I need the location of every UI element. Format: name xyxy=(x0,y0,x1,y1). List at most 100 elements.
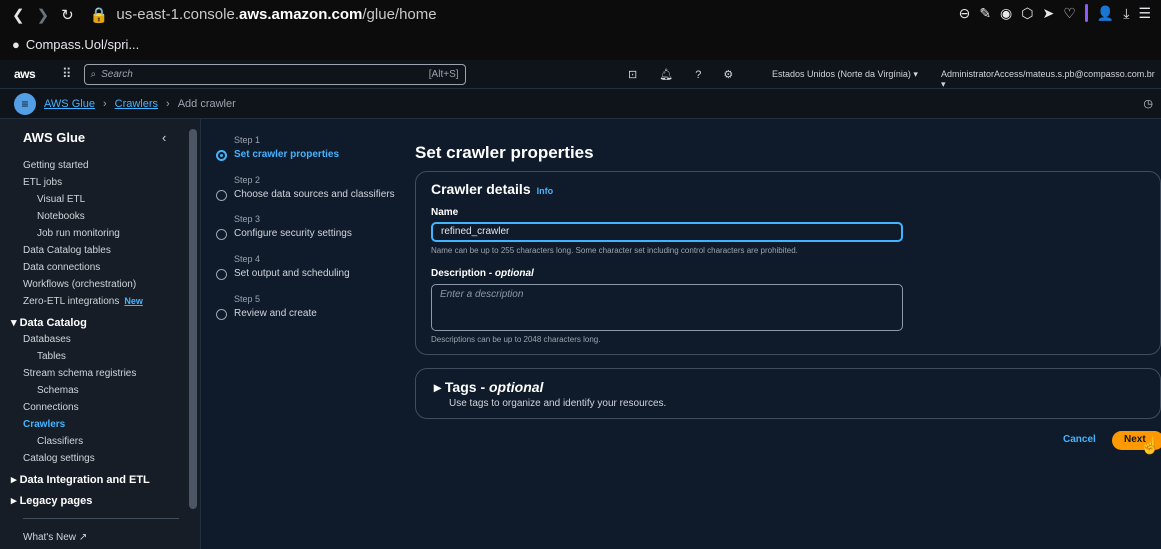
tags-panel[interactable]: ▸ Tags - optional Use tags to organize a… xyxy=(415,368,1161,419)
step-5-indicator xyxy=(216,309,227,320)
sidebar-divider xyxy=(23,518,179,519)
sidebar-item-crawlers[interactable]: Crawlers xyxy=(23,419,65,430)
sidebar-item-catalog-settings[interactable]: Catalog settings xyxy=(23,453,95,464)
page-title: Set crawler properties xyxy=(415,143,594,162)
download-icon[interactable]: ⤓ xyxy=(1123,5,1129,22)
sidebar-item-schemas[interactable]: Schemas xyxy=(37,385,79,396)
clock-icon[interactable]: ◷ xyxy=(1143,97,1153,110)
crawler-details-panel: Crawler details Info Name refined_crawler… xyxy=(415,171,1161,355)
bell-icon[interactable]: 🔔︎ xyxy=(659,68,673,81)
search-icon: ⌕ xyxy=(90,68,97,80)
step-2-indicator xyxy=(216,190,227,201)
cancel-button[interactable]: Cancel xyxy=(1063,434,1096,445)
edit-icon[interactable]: ✎ xyxy=(979,5,991,22)
region-selector[interactable]: Estados Unidos (Norte da Virgínia) ▾ xyxy=(772,69,918,80)
account-menu[interactable]: AdministratorAccess/mateus.s.pb@compasso… xyxy=(941,69,1161,90)
sidebar-scrollbar[interactable] xyxy=(189,129,197,509)
aws-console-header: aws ⠿ ⌕ Search [Alt+S] ⊡ 🔔︎ ? ⚙ Estados … xyxy=(0,60,1161,89)
new-badge: New xyxy=(124,296,143,306)
help-icon[interactable]: ? xyxy=(695,69,701,81)
bookmark-item[interactable]: Compass.Uol/spri... xyxy=(26,37,139,52)
step-5-label: Step 5 xyxy=(234,294,261,304)
sidebar: AWS Glue ‹ Getting started ETL jobs Visu… xyxy=(0,119,201,549)
sidebar-item-zero-etl[interactable]: Zero-ETL integrations New xyxy=(23,296,143,307)
sidebar-item-data-catalog-tables[interactable]: Data Catalog tables xyxy=(23,245,111,256)
step-4-label: Step 4 xyxy=(234,254,261,264)
tags-description: Use tags to organize and identify your r… xyxy=(449,398,667,409)
sidebar-item-databases[interactable]: Databases xyxy=(23,334,71,345)
sidebar-section-data-integration[interactable]: ▸ Data Integration and ETL xyxy=(11,473,150,486)
aws-logo[interactable]: aws xyxy=(14,67,42,81)
step-3-link: Configure security settings xyxy=(234,228,352,239)
tags-expander[interactable]: ▸ Tags - optional xyxy=(434,379,543,396)
sidebar-accent xyxy=(1084,4,1088,22)
sidebar-item-notebooks[interactable]: Notebooks xyxy=(37,211,85,222)
step-3-indicator xyxy=(216,229,227,240)
step-2-label: Step 2 xyxy=(234,175,261,185)
name-hint: Name can be up to 255 characters long. S… xyxy=(431,246,798,255)
hand-cursor-icon: ☝ xyxy=(1140,438,1160,455)
sidebar-title: AWS Glue xyxy=(23,130,86,145)
description-textarea[interactable]: Enter a description xyxy=(431,284,903,331)
chevron-right-icon: › xyxy=(166,97,170,110)
breadcrumb-current: Add crawler xyxy=(177,97,236,110)
caret-right-icon: ▸ xyxy=(11,474,20,486)
camera-icon[interactable]: ◉ xyxy=(1000,5,1012,22)
zoom-icon[interactable]: ⊖ xyxy=(959,5,971,22)
shield-icon[interactable]: ⬡ xyxy=(1021,5,1033,22)
description-label: Description - optional xyxy=(431,268,534,279)
step-1-link[interactable]: Set crawler properties xyxy=(234,149,339,160)
github-icon: ● xyxy=(12,37,20,52)
hamburger-icon[interactable]: ≡ xyxy=(14,92,36,115)
back-icon[interactable]: ❮ xyxy=(12,6,25,24)
name-input[interactable]: refined_crawler xyxy=(431,222,903,242)
menu-icon[interactable]: ☰ xyxy=(1138,5,1151,22)
sidebar-item-stream-schema-registries[interactable]: Stream schema registries xyxy=(23,368,136,379)
breadcrumb-crawlers[interactable]: Crawlers xyxy=(115,98,158,110)
sidebar-item-connections[interactable]: Connections xyxy=(23,402,79,413)
external-link-icon: ↗ xyxy=(78,532,88,543)
breadcrumb-aws-glue[interactable]: AWS Glue xyxy=(44,98,95,110)
forward-icon[interactable]: ❯ xyxy=(37,6,50,24)
sidebar-item-visual-etl[interactable]: Visual ETL xyxy=(37,194,85,205)
breadcrumb: AWS Glue › Crawlers › Add crawler xyxy=(44,98,236,110)
sidebar-item-job-run-monitoring[interactable]: Job run monitoring xyxy=(37,228,120,239)
sidebar-section-data-catalog[interactable]: ▾ Data Catalog xyxy=(11,316,87,329)
chevron-left-icon[interactable]: ‹ xyxy=(162,130,166,145)
chevron-right-icon: › xyxy=(102,97,107,110)
sidebar-section-legacy-pages[interactable]: ▸ Legacy pages xyxy=(11,494,92,507)
main-content: Step 1 Set crawler properties Step 2 Cho… xyxy=(202,119,1161,549)
step-4-link: Set output and scheduling xyxy=(234,268,350,279)
bookmarks-bar: ● Compass.Uol/spri... xyxy=(0,29,1161,60)
step-1-label: Step 1 xyxy=(234,135,261,145)
caret-right-icon: ▸ xyxy=(11,495,20,507)
address-bar[interactable]: 🔒 us-east-1.console.aws.amazon.com/glue/… xyxy=(90,6,437,24)
caret-down-icon: ▾ xyxy=(11,317,20,329)
sidebar-item-workflows[interactable]: Workflows (orchestration) xyxy=(23,279,136,290)
send-icon[interactable]: ➤ xyxy=(1043,5,1055,22)
search-input[interactable]: ⌕ Search [Alt+S] xyxy=(83,63,466,85)
info-link[interactable]: Info xyxy=(537,186,554,196)
heart-icon[interactable]: ♡ xyxy=(1063,5,1076,22)
step-3-label: Step 3 xyxy=(234,214,261,224)
sidebar-item-etl-jobs[interactable]: ETL jobs xyxy=(23,177,62,188)
description-hint: Descriptions can be up to 2048 character… xyxy=(431,335,601,344)
cloudshell-icon[interactable]: ⊡ xyxy=(628,68,637,81)
gear-icon[interactable]: ⚙ xyxy=(723,68,733,81)
name-label: Name xyxy=(431,207,459,218)
step-4-indicator xyxy=(216,269,227,280)
search-shortcut: [Alt+S] xyxy=(428,68,459,80)
caret-right-icon: ▸ xyxy=(434,379,445,395)
sidebar-item-tables[interactable]: Tables xyxy=(37,351,66,362)
services-grid-icon[interactable]: ⠿ xyxy=(62,66,72,82)
browser-toolbar: ❮ ❯ ↻ 🔒 us-east-1.console.aws.amazon.com… xyxy=(0,0,1161,29)
sidebar-item-getting-started[interactable]: Getting started xyxy=(23,160,89,171)
sidebar-item-classifiers[interactable]: Classifiers xyxy=(37,436,83,447)
sidebar-item-whats-new[interactable]: What's New ↗ xyxy=(23,532,87,543)
breadcrumb-bar: ≡ AWS Glue › Crawlers › Add crawler ◷ xyxy=(0,89,1161,119)
sidebar-item-data-connections[interactable]: Data connections xyxy=(23,262,100,273)
reload-icon[interactable]: ↻ xyxy=(61,6,74,24)
step-1-indicator xyxy=(216,150,227,161)
step-5-link: Review and create xyxy=(234,308,317,319)
profile-icon[interactable]: 👤 xyxy=(1097,5,1114,22)
